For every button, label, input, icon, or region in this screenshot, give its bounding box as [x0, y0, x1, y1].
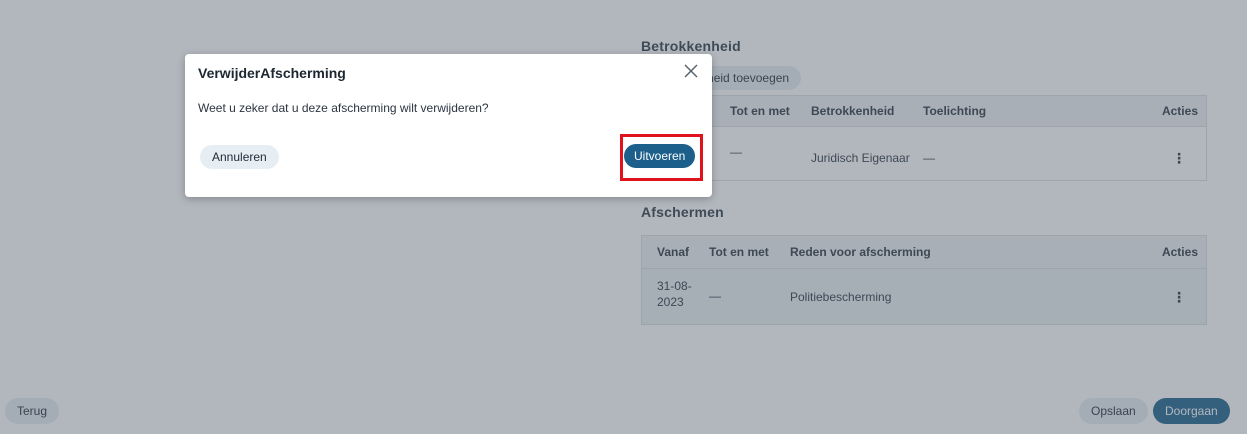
modal-message: Weet u zeker dat u deze afscherming wilt… [198, 101, 489, 115]
cancel-button[interactable]: Annuleren [200, 145, 279, 169]
modal-title: VerwijderAfscherming [198, 65, 346, 81]
close-icon[interactable] [684, 64, 698, 78]
highlight-annotation [620, 134, 703, 181]
